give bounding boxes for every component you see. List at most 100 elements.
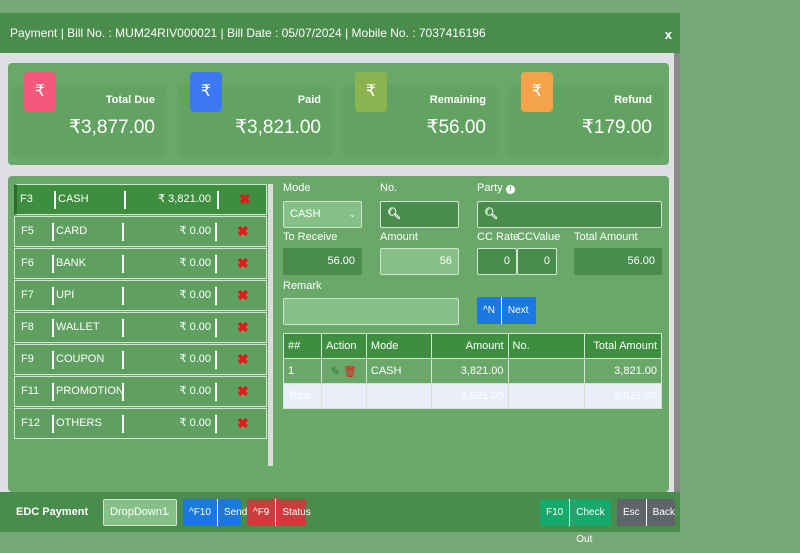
summary-label: Remaining	[429, 94, 486, 106]
mode-shortcut: F7	[21, 289, 34, 301]
no-label: No.	[380, 182, 398, 194]
amount-input[interactable]: 56	[380, 248, 459, 275]
mode-shortcut: F11	[21, 385, 40, 397]
remove-icon[interactable]: ✖	[237, 345, 249, 374]
payment-mode-coupon[interactable]: F9 COUPON ₹ 0.00 ✖	[14, 344, 267, 375]
close-button[interactable]: x	[665, 13, 672, 57]
mode-value: CASH	[290, 208, 321, 220]
to-receive-field: 56.00	[283, 248, 362, 275]
remove-icon[interactable]: ✖	[237, 281, 249, 310]
payment-mode-others[interactable]: F12 OTHERS ₹ 0.00 ✖	[14, 408, 267, 439]
summary-label: Refund	[614, 94, 652, 106]
payment-mode-card[interactable]: F5 CARD ₹ 0.00 ✖	[14, 216, 267, 247]
search-icon: 🔍︎	[387, 208, 401, 220]
trash-icon[interactable]: 🗑︎	[343, 366, 357, 378]
cell-mode: CASH	[365, 358, 432, 384]
info-icon[interactable]: !	[505, 185, 515, 194]
rupee-icon: ₹	[190, 72, 222, 112]
rupee-icon: ₹	[24, 72, 56, 112]
payment-mode-upi[interactable]: F7 UPI ₹ 0.00 ✖	[14, 280, 267, 311]
no-input[interactable]: 🔍︎	[380, 201, 459, 228]
total-amount-label: Total Amount	[574, 231, 638, 243]
mode-name: BANK	[56, 257, 86, 269]
mode-label: Mode	[283, 182, 311, 194]
mode-name: CASH	[58, 193, 89, 205]
column-header: Action	[320, 333, 367, 359]
mode-amount: ₹ 3,821.00	[158, 193, 211, 205]
mode-shortcut: F9	[21, 353, 34, 365]
total-row: Total 3,821.00 3,821.00	[283, 383, 662, 409]
remove-icon[interactable]: ✖	[237, 313, 249, 342]
mode-name: PROMOTION	[56, 385, 124, 397]
mode-shortcut: F12	[21, 417, 40, 429]
amount-label: Amount	[380, 231, 418, 243]
mode-amount: ₹ 0.00	[179, 417, 211, 429]
payment-mode-wallet[interactable]: F8 WALLET ₹ 0.00 ✖	[14, 312, 267, 343]
mode-amount: ₹ 0.00	[179, 257, 211, 269]
cell-no	[507, 358, 586, 384]
to-receive-label: To Receive	[283, 231, 338, 243]
summary-card: ₹ Refund ₹179.00	[510, 72, 662, 154]
summary-card: ₹ Total Due ₹3,877.00	[13, 72, 165, 154]
payment-mode-bank[interactable]: F6 BANK ₹ 0.00 ✖	[14, 248, 267, 279]
summary-value: ₹3,821.00	[234, 117, 321, 138]
mode-amount: ₹ 0.00	[179, 385, 211, 397]
summary-card: ₹ Remaining ₹56.00	[344, 72, 496, 154]
back-label: Back	[652, 507, 675, 518]
checkout-shortcut: F10	[540, 499, 571, 526]
remove-icon[interactable]: ✖	[237, 249, 249, 278]
rupee-icon: ₹	[521, 72, 553, 112]
cc-value-input[interactable]: 0	[517, 248, 557, 275]
total-amount-field: 56.00	[574, 248, 662, 275]
mode-amount: ₹ 0.00	[179, 225, 211, 237]
payment-mode-cash[interactable]: F3 CASH ₹ 3,821.00 ✖	[14, 184, 267, 215]
mode-name: CARD	[56, 225, 88, 237]
mode-shortcut: F5	[21, 225, 34, 237]
summary-value: ₹3,877.00	[68, 117, 155, 138]
mode-shortcut: F8	[21, 321, 34, 333]
summary-label: Paid	[297, 94, 321, 106]
party-input[interactable]: 🔍︎	[477, 201, 662, 228]
scrollbar[interactable]	[674, 53, 680, 492]
mode-name: WALLET	[56, 321, 100, 333]
column-header: Amount	[430, 333, 509, 359]
edc-dropdown[interactable]: DropDown1 ⌄	[103, 499, 177, 526]
send-shortcut: ^F10	[183, 499, 218, 526]
mode-amount: ₹ 0.00	[179, 289, 211, 301]
column-header: ##	[283, 333, 322, 359]
summary-value: ₹179.00	[581, 117, 652, 138]
mode-name: COUPON	[56, 353, 105, 365]
total-label: Total	[283, 383, 322, 409]
mode-name: OTHERS	[56, 417, 102, 429]
table-row: 1 ✎ 🗑︎ CASH 3,821.00 3,821.00	[283, 358, 662, 384]
remark-label: Remark	[283, 280, 322, 292]
pencil-icon[interactable]: ✎	[331, 366, 340, 378]
mode-list-scrollbar[interactable]	[268, 184, 273, 466]
mode-select[interactable]: CASH ⌄	[283, 201, 362, 228]
total-total: 3,821.00	[584, 383, 662, 409]
total-amount: 3,821.00	[430, 383, 509, 409]
chevron-down-icon: ⌄	[348, 209, 356, 219]
cc-rate-input[interactable]: 0	[477, 248, 517, 275]
cc-value-label: CCValue	[517, 231, 561, 243]
remove-icon[interactable]: ✖	[239, 185, 251, 214]
back-button[interactable]: Esc Back	[617, 499, 675, 526]
remark-input[interactable]	[283, 298, 459, 325]
status-shortcut: ^F9	[247, 499, 277, 526]
column-header: No.	[507, 333, 586, 359]
checkout-label: Check Out	[576, 507, 605, 545]
payment-mode-promotion[interactable]: F11 PROMOTION ₹ 0.00 ✖	[14, 376, 267, 407]
send-button[interactable]: ^F10 Send	[183, 499, 247, 526]
status-label: Status	[282, 507, 311, 518]
mode-name: UPI	[56, 289, 75, 301]
chevron-down-icon: ⌄	[163, 507, 171, 517]
mode-amount: ₹ 0.00	[179, 353, 211, 365]
status-button[interactable]: ^F9 Status	[247, 499, 311, 526]
remove-icon[interactable]: ✖	[237, 377, 249, 406]
party-label: Party !	[477, 182, 515, 194]
remove-icon[interactable]: ✖	[237, 409, 249, 438]
mode-shortcut: F6	[21, 257, 34, 269]
remove-icon[interactable]: ✖	[237, 217, 249, 246]
checkout-button[interactable]: F10 Check Out	[540, 499, 611, 545]
next-button[interactable]: ^N Next	[477, 297, 536, 324]
